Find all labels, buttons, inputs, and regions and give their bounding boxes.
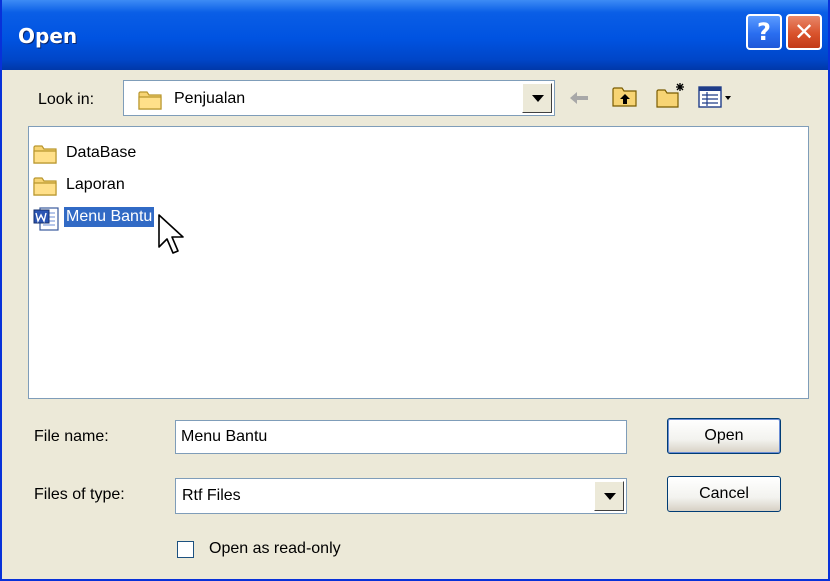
window-title: Open: [18, 24, 78, 48]
list-item-label: Menu Bantu: [64, 207, 155, 227]
file-type-label: Files of type:: [34, 486, 125, 503]
file-list[interactable]: DataBase Laporan Menu Bantu: [28, 126, 809, 399]
file-name-input[interactable]: [175, 420, 627, 454]
read-only-label: Open as read-only: [209, 540, 341, 557]
title-bar[interactable]: Open ? ✕: [2, 0, 828, 70]
folder-icon: [33, 143, 59, 165]
look-in-dropdown-button[interactable]: [522, 83, 552, 113]
file-type-value: Rtf Files: [182, 487, 241, 504]
look-in-label: Look in:: [38, 91, 95, 108]
list-item-label: Laporan: [66, 176, 125, 193]
mouse-cursor-icon: [158, 214, 184, 254]
look-in-combobox[interactable]: Penjualan: [123, 80, 555, 116]
file-name-label: File name:: [34, 428, 109, 445]
new-folder-icon[interactable]: [656, 82, 686, 108]
file-type-combobox[interactable]: Rtf Files: [175, 478, 627, 514]
close-icon: ✕: [793, 18, 815, 46]
close-button[interactable]: ✕: [786, 14, 822, 50]
up-one-level-icon[interactable]: [612, 84, 638, 108]
file-type-dropdown-button[interactable]: [594, 481, 624, 511]
views-menu-icon[interactable]: [698, 86, 734, 108]
look-in-value: Penjualan: [174, 90, 246, 107]
word-document-icon: [33, 207, 59, 231]
question-mark-icon: ?: [757, 18, 771, 46]
folder-icon: [138, 89, 164, 111]
cancel-button[interactable]: Cancel: [667, 476, 781, 512]
open-dialog: Open ? ✕ Look in: Penjualan DataBase Lap…: [0, 0, 830, 581]
open-button[interactable]: Open: [667, 418, 781, 454]
read-only-checkbox[interactable]: [177, 541, 194, 558]
help-button[interactable]: ?: [746, 14, 782, 50]
folder-icon: [33, 175, 59, 197]
back-icon[interactable]: [568, 90, 590, 106]
list-item-label: DataBase: [66, 144, 137, 161]
